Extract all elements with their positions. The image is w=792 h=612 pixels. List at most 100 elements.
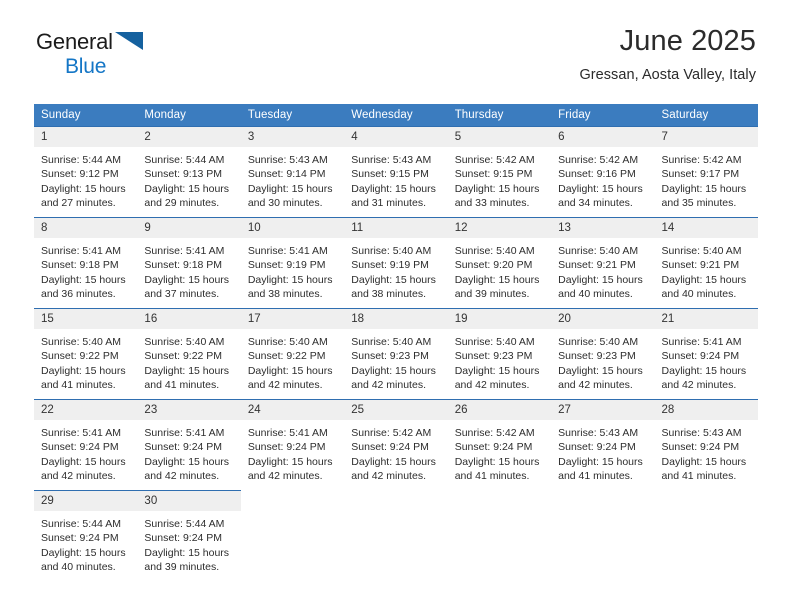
- calendar-day-cell[interactable]: 22 Sunrise: 5:41 AM Sunset: 9:24 PM Dayligh…: [34, 399, 138, 491]
- day-number: 8: [34, 218, 138, 238]
- daylight-duration-line1: Daylight: 15 hours: [144, 273, 230, 286]
- calendar-day-cell[interactable]: 28 Sunrise: 5:43 AM Sunset: 9:24 PM Dayligh…: [654, 399, 758, 491]
- day-number: 3: [240, 127, 345, 147]
- calendar-day-cell-empty: [241, 491, 344, 580]
- day-details: Sunrise: 5:44 AM Sunset: 9:24 PM Daylight:…: [137, 511, 240, 575]
- daylight-duration-line2: and 35 minutes.: [661, 197, 737, 210]
- calendar-day-cell[interactable]: 23 Sunrise: 5:41 AM Sunset: 9:24 PM Dayligh…: [137, 399, 241, 491]
- calendar-day-cell[interactable]: 2 Sunrise: 5:44 AM Sunset: 9:13 PM Daylight…: [137, 126, 241, 218]
- sunset-time: Sunset: 9:23 PM: [454, 350, 533, 363]
- calendar-day-cell[interactable]: 9 Sunrise: 5:41 AM Sunset: 9:18 PM Daylight…: [137, 217, 241, 309]
- calendar-day-cell[interactable]: 8 Sunrise: 5:41 AM Sunset: 9:18 PM Daylight…: [34, 217, 138, 309]
- day-number: 2: [137, 127, 241, 147]
- daylight-duration-line1: Daylight: 15 hours: [454, 455, 540, 468]
- daylight-duration-line1: Daylight: 15 hours: [41, 364, 126, 377]
- calendar-day-cell[interactable]: 6 Sunrise: 5:42 AM Sunset: 9:16 PM Daylight…: [551, 126, 655, 218]
- sunset-time: Sunset: 9:13 PM: [144, 168, 223, 181]
- calendar-day-cell[interactable]: 13 Sunrise: 5:40 AM Sunset: 9:21 PM Dayligh…: [551, 217, 655, 309]
- daylight-duration-line1: Daylight: 15 hours: [144, 455, 230, 468]
- day-details: Sunrise: 5:41 AM Sunset: 9:18 PM Daylight:…: [34, 238, 137, 302]
- sunset-time: Sunset: 9:22 PM: [247, 350, 326, 363]
- sunrise-time: Sunrise: 5:42 AM: [454, 427, 535, 439]
- day-details: Sunrise: 5:42 AM Sunset: 9:16 PM Daylight:…: [551, 147, 654, 211]
- weekday-header-row: Sunday Monday Tuesday Wednesday Thursday…: [34, 104, 758, 127]
- calendar-day-cell[interactable]: 18 Sunrise: 5:40 AM Sunset: 9:23 PM Dayligh…: [344, 308, 448, 400]
- calendar-day-cell[interactable]: 26 Sunrise: 5:42 AM Sunset: 9:24 PM Dayligh…: [447, 399, 552, 491]
- calendar-day-cell[interactable]: 17 Sunrise: 5:40 AM Sunset: 9:22 PM Dayligh…: [240, 308, 345, 400]
- calendar-day-cell[interactable]: 20 Sunrise: 5:40 AM Sunset: 9:23 PM Dayligh…: [551, 308, 655, 400]
- sunset-time: Sunset: 9:24 PM: [454, 441, 533, 454]
- title-block: June 2025 Gressan, Aosta Valley, Italy: [579, 26, 756, 84]
- day-number: [241, 491, 344, 511]
- daylight-duration-line1: Daylight: 15 hours: [661, 273, 747, 286]
- sunset-time: Sunset: 9:24 PM: [144, 532, 223, 545]
- daylight-duration-line2: and 41 minutes.: [144, 379, 220, 392]
- weekday-header-saturday: Saturday: [654, 104, 758, 127]
- day-number: 19: [447, 309, 552, 329]
- calendar-day-cell[interactable]: 12 Sunrise: 5:40 AM Sunset: 9:20 PM Dayligh…: [447, 217, 552, 309]
- calendar-day-cell[interactable]: 7 Sunrise: 5:42 AM Sunset: 9:17 PM Daylight…: [654, 126, 758, 218]
- daylight-duration-line2: and 41 minutes.: [41, 379, 116, 392]
- daylight-duration-line2: and 42 minutes.: [351, 379, 426, 392]
- calendar-day-cell[interactable]: 25 Sunrise: 5:42 AM Sunset: 9:24 PM Dayligh…: [344, 399, 448, 491]
- calendar-day-cell[interactable]: 29 Sunrise: 5:44 AM Sunset: 9:24 PM Dayligh…: [34, 490, 138, 579]
- daylight-duration-line1: Daylight: 15 hours: [41, 273, 126, 286]
- sunrise-time: Sunrise: 5:44 AM: [41, 154, 121, 166]
- day-details: Sunrise: 5:42 AM Sunset: 9:24 PM Daylight:…: [344, 420, 447, 484]
- sunrise-time: Sunrise: 5:44 AM: [41, 518, 121, 530]
- sunrise-time: Sunrise: 5:40 AM: [454, 245, 535, 257]
- day-details: Sunrise: 5:40 AM Sunset: 9:23 PM Daylight:…: [448, 329, 551, 393]
- sunset-time: Sunset: 9:22 PM: [41, 350, 119, 363]
- daylight-duration-line1: Daylight: 15 hours: [247, 364, 333, 377]
- daylight-duration-line1: Daylight: 15 hours: [144, 546, 230, 559]
- calendar-day-cell-empty: [344, 491, 447, 580]
- sunrise-time: Sunrise: 5:43 AM: [351, 154, 432, 166]
- daylight-duration-line1: Daylight: 15 hours: [351, 455, 436, 468]
- day-details: Sunrise: 5:41 AM Sunset: 9:24 PM Daylight:…: [655, 329, 758, 393]
- calendar-day-cell-empty: [448, 491, 551, 580]
- calendar-day-cell[interactable]: 1 Sunrise: 5:44 AM Sunset: 9:12 PM Daylight…: [34, 126, 138, 218]
- general-blue-logo[interactable]: General Blue: [36, 31, 144, 77]
- calendar-day-cell[interactable]: 10 Sunrise: 5:41 AM Sunset: 9:19 PM Dayligh…: [240, 217, 345, 309]
- calendar-day-cell[interactable]: 21 Sunrise: 5:41 AM Sunset: 9:24 PM Dayligh…: [654, 308, 758, 400]
- calendar-day-cell[interactable]: 5 Sunrise: 5:42 AM Sunset: 9:15 PM Daylight…: [447, 126, 552, 218]
- daylight-duration-line1: Daylight: 15 hours: [558, 182, 643, 195]
- calendar-day-cell[interactable]: 4 Sunrise: 5:43 AM Sunset: 9:15 PM Daylight…: [344, 126, 448, 218]
- calendar-day-cell[interactable]: 3 Sunrise: 5:43 AM Sunset: 9:14 PM Daylight…: [240, 126, 345, 218]
- sunrise-time: Sunrise: 5:42 AM: [454, 154, 535, 166]
- calendar-day-cell[interactable]: 15 Sunrise: 5:40 AM Sunset: 9:22 PM Dayligh…: [34, 308, 138, 400]
- sunrise-time: Sunrise: 5:40 AM: [247, 336, 328, 348]
- daylight-duration-line1: Daylight: 15 hours: [661, 182, 747, 195]
- sunrise-time: Sunrise: 5:41 AM: [144, 245, 225, 257]
- sunset-time: Sunset: 9:24 PM: [558, 441, 636, 454]
- sunrise-time: Sunrise: 5:40 AM: [41, 336, 121, 348]
- calendar-week-row: 1 Sunrise: 5:44 AM Sunset: 9:12 PM Daylight…: [34, 126, 758, 218]
- day-number: 30: [137, 491, 241, 511]
- daylight-duration-line1: Daylight: 15 hours: [351, 364, 436, 377]
- calendar-day-cell[interactable]: 16 Sunrise: 5:40 AM Sunset: 9:22 PM Dayligh…: [137, 308, 241, 400]
- daylight-duration-line2: and 37 minutes.: [144, 288, 220, 301]
- calendar-day-cell[interactable]: 24 Sunrise: 5:41 AM Sunset: 9:24 PM Dayligh…: [240, 399, 345, 491]
- calendar-day-cell[interactable]: 11 Sunrise: 5:40 AM Sunset: 9:19 PM Dayligh…: [344, 217, 448, 309]
- daylight-duration-line1: Daylight: 15 hours: [247, 273, 333, 286]
- daylight-duration-line1: Daylight: 15 hours: [351, 273, 436, 286]
- calendar-day-cell[interactable]: 14 Sunrise: 5:40 AM Sunset: 9:21 PM Dayligh…: [654, 217, 758, 309]
- day-details: Sunrise: 5:42 AM Sunset: 9:15 PM Daylight:…: [448, 147, 551, 211]
- calendar-day-cell[interactable]: 30 Sunrise: 5:44 AM Sunset: 9:24 PM Dayligh…: [137, 490, 241, 579]
- day-number: [448, 491, 551, 511]
- daylight-duration-line2: and 42 minutes.: [351, 470, 426, 483]
- day-number: 26: [447, 400, 552, 420]
- calendar-day-cell[interactable]: 19 Sunrise: 5:40 AM Sunset: 9:23 PM Dayligh…: [447, 308, 552, 400]
- day-number: 27: [551, 400, 655, 420]
- sunset-time: Sunset: 9:19 PM: [351, 259, 429, 272]
- day-number: 11: [344, 218, 448, 238]
- calendar-day-cell[interactable]: 27 Sunrise: 5:43 AM Sunset: 9:24 PM Dayligh…: [551, 399, 655, 491]
- day-details: Sunrise: 5:41 AM Sunset: 9:19 PM Daylight:…: [241, 238, 344, 302]
- weekday-header-friday: Friday: [551, 104, 655, 127]
- day-details: Sunrise: 5:43 AM Sunset: 9:24 PM Daylight:…: [655, 420, 758, 484]
- daylight-duration-line2: and 38 minutes.: [351, 288, 426, 301]
- sunset-time: Sunset: 9:23 PM: [351, 350, 429, 363]
- daylight-duration-line2: and 33 minutes.: [454, 197, 530, 210]
- day-details: Sunrise: 5:40 AM Sunset: 9:21 PM Daylight:…: [655, 238, 758, 302]
- daylight-duration-line1: Daylight: 15 hours: [247, 455, 333, 468]
